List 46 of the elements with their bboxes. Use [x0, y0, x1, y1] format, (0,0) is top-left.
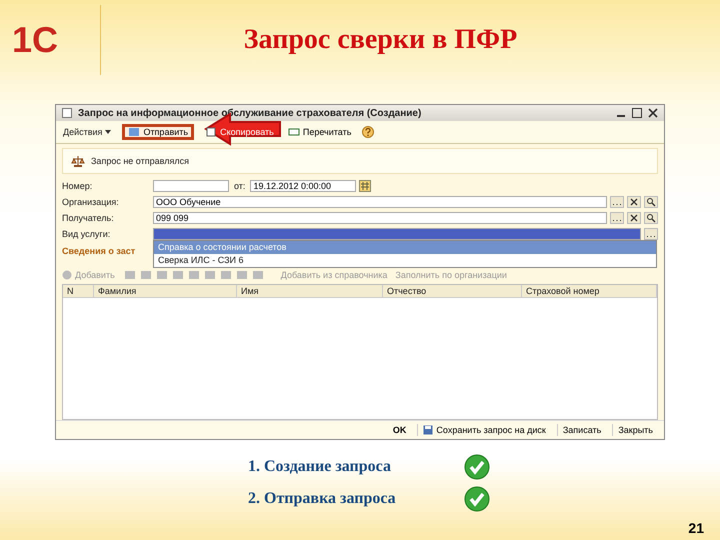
toolbar-icon: [128, 127, 140, 137]
help-icon[interactable]: [362, 126, 374, 138]
search-icon[interactable]: [644, 212, 658, 224]
window-title: Запрос на информационное обслуживание страхователя (Создание): [78, 108, 422, 118]
column-header: Имя: [237, 285, 383, 297]
footer-button[interactable]: Записать: [556, 424, 606, 436]
maximize-icon[interactable]: [632, 108, 642, 118]
logo: 1С: [11, 19, 60, 61]
column-header: Фамилия: [94, 285, 237, 297]
toolbar-icon: [288, 127, 300, 137]
clear-icon[interactable]: [627, 196, 641, 208]
footer-button[interactable]: Сохранить запрос на диск: [417, 424, 551, 436]
dropdown-option[interactable]: Сверка ИЛС - СЗИ 6: [154, 254, 656, 267]
field-label: от:: [233, 181, 246, 191]
actions-menu[interactable]: Действия: [60, 126, 114, 138]
calendar-icon[interactable]: [359, 180, 372, 192]
step-text: 2. Отправка запроса: [248, 490, 397, 508]
footer-button[interactable]: Закрыть: [612, 424, 658, 436]
status-message: Запрос не отправлялся: [91, 156, 189, 166]
step-text: 1. Создание запроса: [248, 458, 392, 476]
section-title: Сведения о заст: [62, 246, 136, 256]
service-select-field[interactable]: [153, 228, 641, 240]
toolbar-icon: [205, 127, 218, 137]
document-icon: [62, 108, 72, 118]
scales-icon: [71, 155, 85, 167]
close-icon[interactable]: [648, 108, 658, 118]
clear-icon[interactable]: [627, 212, 641, 224]
slide-title: Запрос сверки в ПФР: [242, 24, 518, 56]
add-icon: [62, 270, 72, 280]
caret-icon: [105, 130, 112, 134]
toolbar-button[interactable]: Отправить: [122, 124, 194, 140]
field-label: Номер:: [62, 181, 94, 191]
number-field[interactable]: [153, 180, 229, 192]
toolbar-button[interactable]: Перечитать: [284, 126, 354, 138]
field-label: Организация:: [62, 197, 120, 207]
search-icon[interactable]: [644, 196, 658, 208]
date-field[interactable]: 19.12.2012 0:00:00: [250, 180, 356, 192]
reference-field[interactable]: 099 099: [153, 212, 607, 224]
page-number: 21: [688, 520, 704, 536]
column-header: Отчество: [383, 285, 522, 297]
field-label: Получатель:: [62, 213, 115, 223]
field-label: Вид услуги:: [62, 229, 112, 239]
column-header: N: [63, 285, 94, 297]
footer-button[interactable]: OK: [388, 424, 412, 436]
column-header: Страховой номер: [522, 285, 657, 297]
reference-field[interactable]: ООО Обучение: [153, 196, 607, 208]
